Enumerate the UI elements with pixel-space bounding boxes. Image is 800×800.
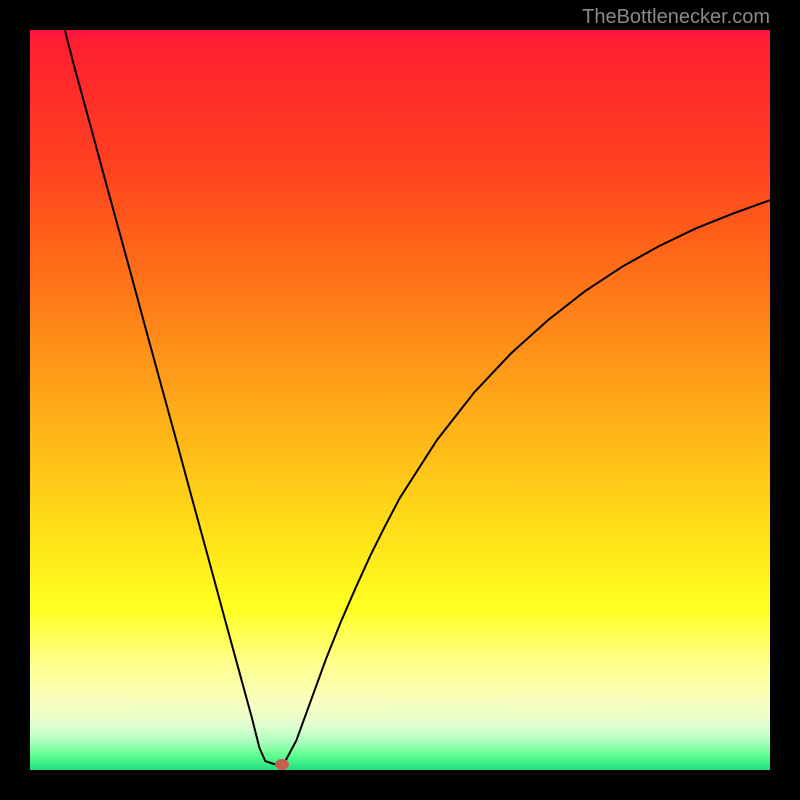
- bottleneck-curve: [30, 30, 770, 770]
- chart-frame: TheBottlenecker.com: [0, 0, 800, 800]
- attribution-text: TheBottlenecker.com: [582, 6, 770, 29]
- plot-area: [30, 30, 770, 770]
- minimum-marker-dot: [275, 759, 289, 770]
